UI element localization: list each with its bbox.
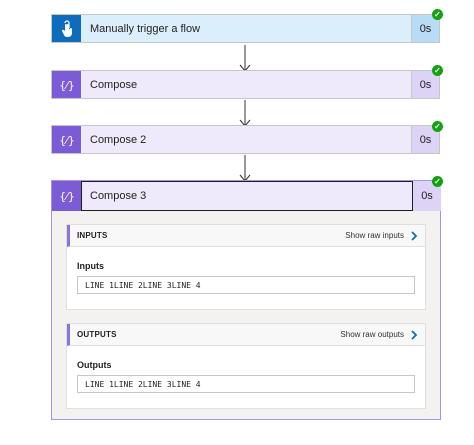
- connector-arrow: [239, 45, 251, 72]
- chevron-right-icon: [411, 230, 418, 241]
- compose-3-step-card: {⁄} Compose 3 0s INPUTS Show raw inputs …: [51, 180, 441, 420]
- connector-arrow: [239, 100, 251, 127]
- compose-braces-icon: {⁄}: [52, 71, 81, 98]
- compose-braces-icon: {⁄}: [52, 181, 81, 211]
- show-raw-outputs-link[interactable]: Show raw outputs: [340, 329, 419, 340]
- outputs-header-label: OUTPUTS: [77, 330, 117, 339]
- inputs-section: INPUTS Show raw inputs Inputs LINE 1LINE…: [66, 224, 426, 310]
- svg-text:{⁄}: {⁄}: [59, 190, 75, 203]
- inputs-value: LINE 1LINE 2LINE 3LINE 4: [77, 276, 415, 294]
- step-title: Compose: [90, 78, 138, 91]
- show-raw-inputs-link[interactable]: Show raw inputs: [345, 230, 419, 241]
- show-raw-inputs-label: Show raw inputs: [345, 231, 404, 240]
- inputs-section-header: INPUTS Show raw inputs: [67, 225, 425, 247]
- step-title: Compose 2: [90, 133, 147, 146]
- success-check-icon: ✓: [432, 176, 443, 187]
- outputs-field-label: Outputs: [77, 360, 112, 370]
- outputs-section: OUTPUTS Show raw outputs Outputs LINE 1L…: [66, 323, 426, 409]
- chevron-right-icon: [411, 329, 418, 340]
- compose-3-header[interactable]: {⁄} Compose 3 0s: [52, 181, 441, 211]
- connector-arrow: [239, 155, 251, 182]
- touch-trigger-icon: [52, 15, 81, 42]
- trigger-step-card[interactable]: Manually trigger a flow 0s: [51, 14, 440, 43]
- inputs-field-label: Inputs: [77, 261, 104, 271]
- step-title: Compose 3: [81, 181, 413, 211]
- svg-text:{⁄}: {⁄}: [59, 134, 75, 147]
- outputs-value: LINE 1LINE 2LINE 3LINE 4: [77, 375, 415, 393]
- success-check-icon: ✓: [432, 9, 443, 20]
- compose-2-step-card[interactable]: {⁄} Compose 2 0s: [51, 125, 440, 154]
- outputs-section-header: OUTPUTS Show raw outputs: [67, 324, 425, 346]
- success-check-icon: ✓: [432, 121, 443, 132]
- step-title: Manually trigger a flow: [90, 22, 201, 35]
- compose-braces-icon: {⁄}: [52, 126, 81, 153]
- inputs-header-label: INPUTS: [77, 231, 108, 240]
- compose-step-card[interactable]: {⁄} Compose 0s: [51, 70, 440, 99]
- svg-text:{⁄}: {⁄}: [59, 79, 75, 92]
- show-raw-outputs-label: Show raw outputs: [340, 330, 404, 339]
- success-check-icon: ✓: [432, 65, 443, 76]
